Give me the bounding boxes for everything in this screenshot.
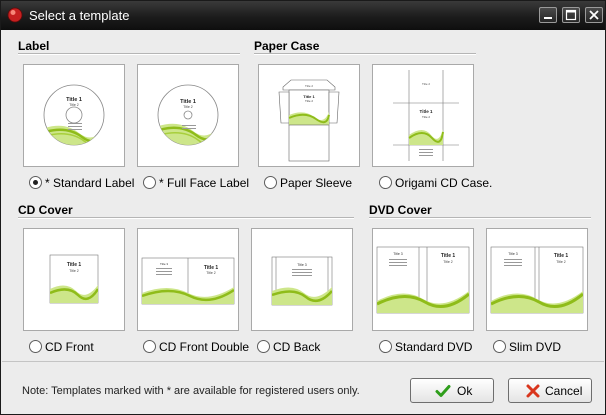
section-title-cd-cover: CD Cover (18, 203, 73, 217)
thumbnail-slim-dvd[interactable]: Title 3 Title 1 Title 2 (486, 228, 588, 331)
thumbnail-standard-dvd[interactable]: Title 3 Title 1 Title 2 (372, 228, 474, 331)
close-button[interactable] (585, 7, 603, 23)
registration-note: Note: Templates marked with * are availa… (22, 385, 360, 397)
thumbnail-full-face-label[interactable]: Title 1 Title 2 (137, 64, 239, 167)
maximize-button[interactable] (562, 7, 580, 23)
preview-title-1: Title 1 (554, 253, 569, 259)
section-title-paper-case: Paper Case (254, 39, 320, 53)
standard-dvd-preview: Title 3 Title 1 Title 2 (376, 246, 470, 314)
thumbnail-standard-label[interactable]: Title 1 Title 2 (23, 64, 125, 167)
radio-cd-front-double[interactable] (143, 340, 156, 353)
title-bar[interactable]: Select a template (1, 1, 605, 30)
thumbnail-cd-front-double[interactable]: Title 3 Title 1 Title 2 (137, 228, 239, 331)
footer-divider (2, 361, 604, 362)
window-title: Select a template (29, 8, 130, 23)
preview-title-3: Title 3 (297, 263, 306, 267)
section-divider (254, 53, 476, 55)
preview-title-2: Title 2 (305, 84, 313, 88)
radio-full-face-label[interactable] (143, 176, 156, 189)
standard-label-preview: Title 1 Title 2 (43, 84, 105, 146)
section-divider (18, 217, 354, 219)
preview-title-3: Title 3 (393, 252, 402, 256)
option-label: * Full Face Label (159, 176, 250, 190)
maximize-icon (565, 9, 577, 21)
cancel-button-label: Cancel (545, 384, 583, 398)
radio-cd-front[interactable] (29, 340, 42, 353)
preview-title-1: Title 1 (441, 253, 456, 259)
radio-cd-back[interactable] (257, 340, 270, 353)
select-template-dialog: Select a template Label Paper Case CD Co… (0, 0, 606, 415)
app-ball-icon (7, 7, 23, 23)
cd-back-preview: Title 3 (271, 256, 333, 306)
radio-standard-label[interactable] (29, 176, 42, 189)
preview-title-2: Title 2 (183, 105, 192, 109)
preview-title-2: Title 2 (422, 82, 430, 86)
radio-paper-sleeve[interactable] (264, 176, 277, 189)
option-label: CD Front Double (159, 340, 250, 354)
option-label: Paper Sleeve (280, 176, 353, 190)
section-title-dvd-cover: DVD Cover (369, 203, 432, 217)
preview-title-1: Title 1 (420, 109, 433, 114)
ok-button-label: Ok (457, 384, 473, 398)
paper-sleeve-preview: Title 2 Title 1 Title 2 (278, 79, 340, 162)
close-icon (589, 10, 599, 20)
thumbnail-paper-sleeve[interactable]: Title 2 Title 1 Title 2 (258, 64, 360, 167)
slim-dvd-preview: Title 3 Title 1 Title 2 (490, 246, 584, 314)
section-title-label: Label (18, 39, 50, 53)
section-divider (369, 217, 591, 219)
preview-title-2: Title 2 (556, 260, 565, 264)
option-label: Origami CD Case. (395, 176, 493, 190)
green-check-icon (435, 385, 451, 397)
preview-title-2: Title 2 (422, 115, 430, 119)
full-face-label-preview: Title 1 Title 2 (157, 84, 219, 146)
preview-title-2: Title 2 (69, 103, 78, 107)
option-label: * Standard Label (45, 176, 135, 190)
radio-origami-cd-case[interactable] (379, 176, 392, 189)
option-label: Standard DVD (395, 340, 473, 354)
preview-title-3: Title 3 (508, 252, 517, 256)
option-label: Slim DVD (509, 340, 562, 354)
radio-slim-dvd[interactable] (493, 340, 506, 353)
preview-title-2: Title 2 (305, 99, 313, 103)
thumbnail-cd-front[interactable]: Title 1 Title 2 (23, 228, 125, 331)
preview-title-2: Title 2 (206, 271, 215, 275)
ok-button[interactable]: Ok (410, 378, 494, 403)
origami-cd-case-preview: Title 2 Title 1 Title 2 (393, 70, 459, 161)
minimize-button[interactable] (539, 7, 557, 23)
preview-title-2: Title 2 (69, 269, 78, 273)
cd-front-preview: Title 1 Title 2 (49, 254, 99, 304)
preview-title-1: Title 1 (67, 262, 82, 268)
preview-title-3: Title 3 (160, 262, 168, 266)
section-divider (18, 53, 240, 55)
option-label: CD Back (273, 340, 321, 354)
preview-title-2: Title 2 (443, 260, 452, 264)
option-label: CD Front (45, 340, 94, 354)
cd-front-double-preview: Title 3 Title 1 Title 2 (141, 257, 235, 305)
minimize-icon (544, 17, 552, 19)
radio-standard-dvd[interactable] (379, 340, 392, 353)
red-x-icon (526, 384, 540, 398)
thumbnail-cd-back[interactable]: Title 3 (251, 228, 353, 331)
thumbnail-origami-cd-case[interactable]: Title 2 Title 1 Title 2 (372, 64, 474, 167)
cancel-button[interactable]: Cancel (508, 378, 592, 403)
